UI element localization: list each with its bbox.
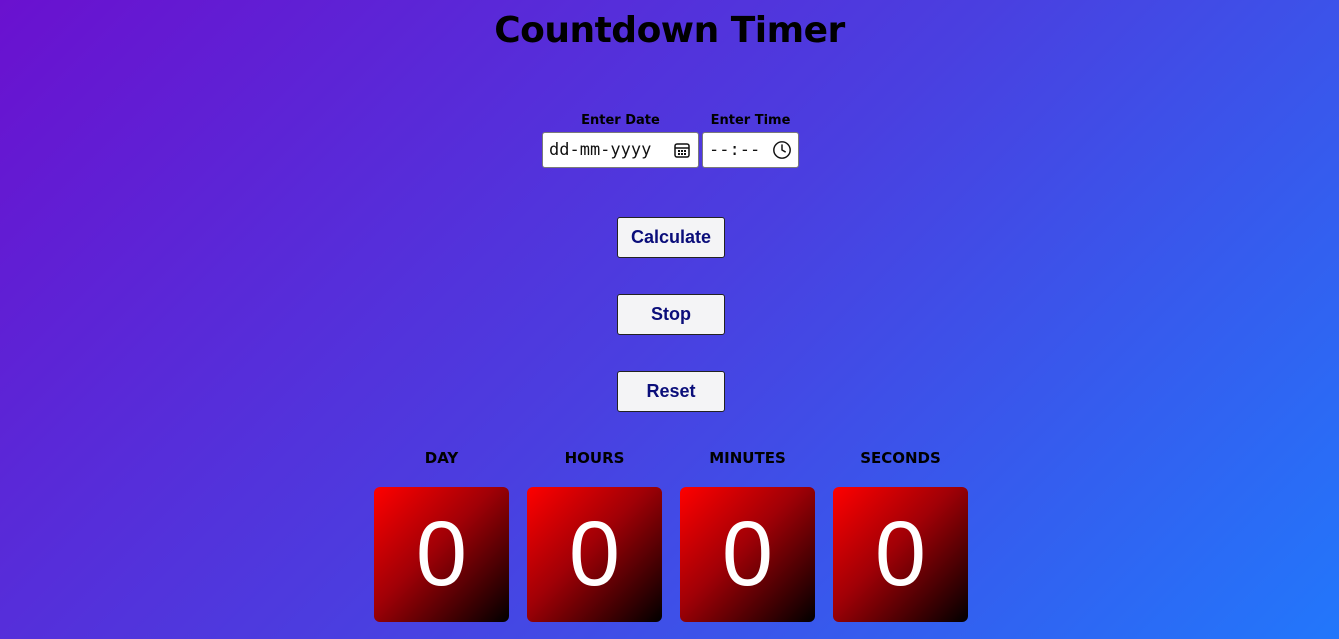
clock-icon[interactable] xyxy=(772,140,792,160)
date-label: Enter Date xyxy=(581,113,660,128)
date-input-value: dd-mm-yyyy xyxy=(549,140,652,160)
countdown-day: DAY 0 xyxy=(374,448,509,622)
seconds-label: SECONDS xyxy=(860,449,941,467)
seconds-value: 0 xyxy=(833,487,968,622)
countdown-hours: HOURS 0 xyxy=(527,448,662,622)
minutes-label: MINUTES xyxy=(709,449,786,467)
calendar-icon[interactable] xyxy=(672,140,692,160)
day-value: 0 xyxy=(374,487,509,622)
time-label: Enter Time xyxy=(710,113,791,128)
time-input[interactable]: --:-- xyxy=(702,132,799,168)
stop-button[interactable]: Stop xyxy=(617,294,725,335)
day-label: DAY xyxy=(424,449,459,467)
page-title: Countdown Timer xyxy=(494,10,845,51)
calculate-button[interactable]: Calculate xyxy=(617,217,725,258)
time-field-group: Enter Time --:-- xyxy=(702,112,799,168)
date-field-group: Enter Date dd-mm-yyyy xyxy=(542,112,699,168)
hours-value: 0 xyxy=(527,487,662,622)
minutes-value: 0 xyxy=(680,487,815,622)
countdown-seconds: SECONDS 0 xyxy=(833,448,968,622)
time-input-value: --:-- xyxy=(709,140,761,160)
reset-button[interactable]: Reset xyxy=(617,371,725,412)
date-input[interactable]: dd-mm-yyyy xyxy=(542,132,699,168)
hours-label: HOURS xyxy=(564,449,625,467)
countdown-minutes: MINUTES 0 xyxy=(680,448,815,622)
